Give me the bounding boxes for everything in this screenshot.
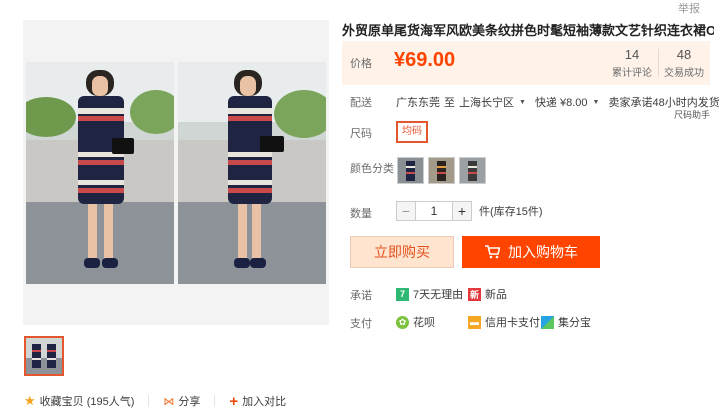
payment-label: 支付 <box>350 318 372 330</box>
price-label: 价格 <box>350 58 372 70</box>
promise-label: 承诺 <box>350 290 372 302</box>
price-panel: 价格 ¥69.00 14 累计评论 48 交易成功 <box>342 41 710 85</box>
credit-card-label: 信用卡支付 <box>485 317 540 329</box>
shipping-row: 广东东莞 至 上海长宁区 ▼ 快递 ¥8.00 ▼ 卖家承诺48小时内发货 <box>396 94 720 110</box>
buy-now-button[interactable]: 立即购买 <box>350 236 454 268</box>
shipping-label: 配送 <box>350 97 372 109</box>
color-label: 颜色分类 <box>350 163 394 175</box>
jifenbao-label: 集分宝 <box>558 317 591 329</box>
compare-button[interactable]: + 加入对比 <box>229 393 286 409</box>
review-stat[interactable]: 14 累计评论 <box>612 47 652 79</box>
ship-to-select[interactable]: 上海长宁区 <box>459 94 514 110</box>
sales-label: 交易成功 <box>664 68 704 79</box>
main-image[interactable] <box>23 20 329 325</box>
huabei-pay[interactable]: ✿ 花呗 <box>396 314 435 330</box>
increment-button[interactable]: + <box>452 201 472 221</box>
thumbnail-item[interactable] <box>24 336 64 376</box>
ship-method[interactable]: 快递 ¥8.00 <box>535 94 588 110</box>
plus-icon: + <box>229 392 239 410</box>
seven-day-return[interactable]: 7 7天无理由 <box>396 286 463 302</box>
share-label: 分享 <box>178 396 201 408</box>
color-option[interactable] <box>397 157 424 184</box>
review-count: 14 <box>624 47 640 62</box>
huabei-icon: ✿ <box>396 315 409 329</box>
add-to-cart-button[interactable]: 加入购物车 <box>462 236 600 268</box>
color-option[interactable] <box>459 157 486 184</box>
product-photo-front <box>26 62 174 284</box>
quantity-stepper: − 1 + 件(库存15件) <box>396 201 543 221</box>
review-label: 累计评论 <box>612 68 652 79</box>
jifenbao-pay[interactable]: 集分宝 <box>541 314 591 330</box>
thumbnail-list <box>24 336 64 376</box>
price-value: ¥69.00 <box>394 49 456 71</box>
divider <box>148 395 150 407</box>
favorite-label: 收藏宝贝 (195人气) <box>39 396 135 408</box>
new-label: 新品 <box>485 289 507 301</box>
product-photo-side <box>178 62 326 284</box>
bottom-links: ★ 收藏宝贝 (195人气) ⋈ 分享 + 加入对比 <box>24 393 286 409</box>
product-title: 外贸原单尾货海军风欧美条纹拼色时髦短袖薄款文艺针织连衣裙OP <box>342 23 714 38</box>
sales-count: 48 <box>676 47 692 62</box>
ship-from: 广东东莞 <box>396 97 440 109</box>
size-option[interactable]: 均码 <box>396 121 428 143</box>
color-option[interactable] <box>428 157 455 184</box>
ship-to-prefix: 至 <box>444 97 455 109</box>
credit-card-pay[interactable]: ▬ 信用卡支付 <box>468 314 540 330</box>
sales-stat: 48 交易成功 <box>664 47 704 79</box>
decrement-button[interactable]: − <box>396 201 416 221</box>
divider <box>214 395 216 407</box>
quantity-label: 数量 <box>350 208 372 220</box>
seven-day-icon: 7 <box>396 287 409 301</box>
jifenbao-icon <box>541 315 554 329</box>
credit-card-icon: ▬ <box>468 315 481 329</box>
seven-day-label: 7天无理由 <box>413 289 464 301</box>
quantity-input[interactable]: 1 <box>416 201 452 221</box>
star-icon: ★ <box>24 393 36 408</box>
huabei-label: 花呗 <box>413 317 435 329</box>
stock-text: 件(库存15件) <box>479 206 543 218</box>
size-label: 尺码 <box>350 128 372 140</box>
chevron-down-icon[interactable]: ▼ <box>593 99 600 106</box>
stat-divider <box>658 49 659 77</box>
add-to-cart-label: 加入购物车 <box>508 244 578 260</box>
share-icon: ⋈ <box>163 395 175 408</box>
new-icon: 新 <box>468 287 481 301</box>
size-helper-link[interactable]: 尺码助手 <box>674 108 710 121</box>
share-button[interactable]: ⋈ 分享 <box>163 393 200 409</box>
favorite-button[interactable]: ★ 收藏宝贝 (195人气) <box>24 393 134 409</box>
cart-icon <box>485 245 500 259</box>
new-item[interactable]: 新 新品 <box>468 286 507 302</box>
chevron-down-icon[interactable]: ▼ <box>519 99 526 106</box>
report-link[interactable]: 举报 <box>678 0 700 16</box>
compare-label: 加入对比 <box>242 396 287 408</box>
